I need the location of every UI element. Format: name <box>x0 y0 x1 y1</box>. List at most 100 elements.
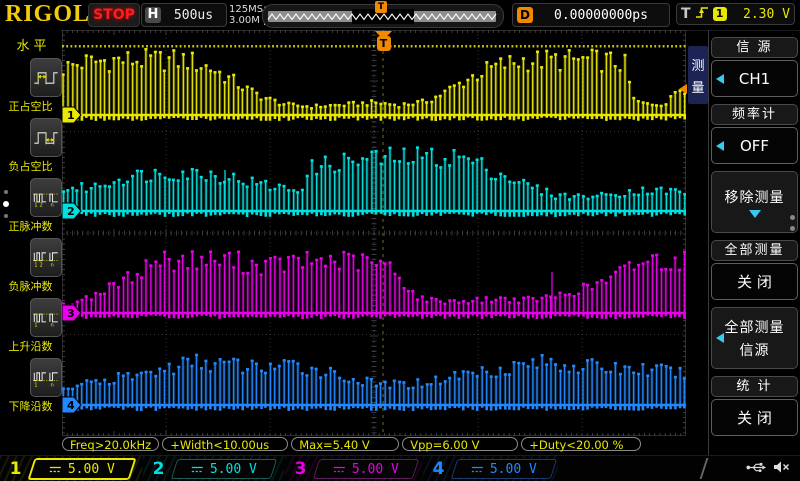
delay-value: 0.00000000ps <box>533 8 669 23</box>
channel-2-status[interactable]: 2 5.00 V <box>143 456 284 481</box>
down-arrow-icon <box>749 210 761 218</box>
softkey-item-6[interactable]: 关 闭 <box>711 399 798 436</box>
left-softkey-4[interactable]: 12 n <box>30 238 62 277</box>
left-softkey-menu: 水平 正占空比 负占空比 12n 正脉冲数 12n 负脉冲数 1n 上升沿数 1… <box>0 30 61 438</box>
softkey-item-5[interactable]: 全部测量信源 <box>711 307 798 369</box>
waveform-display: 1 2 3 4 <box>62 30 686 436</box>
usb-icon <box>746 459 766 478</box>
channel-number: 4 <box>432 459 445 479</box>
page-dot <box>4 190 8 194</box>
trigger-source-badge: 1 <box>713 7 727 21</box>
trigger-position-mini-marker: T <box>375 1 387 13</box>
trigger-level-value: 2.30 V <box>731 7 790 22</box>
svg-text:2: 2 <box>67 205 75 218</box>
channel-number: 2 <box>152 459 165 479</box>
horizontal-label: H <box>145 7 161 23</box>
softkey-item-2[interactable]: OFF <box>711 127 798 164</box>
bottom-bar-separator <box>700 458 709 479</box>
horizontal-timebase-box: H 500us <box>141 3 227 27</box>
channel-scale-box: 5.00 V <box>451 459 557 479</box>
measurement-result: Max=5.40 V <box>291 437 399 451</box>
left-menu-title: 水平 <box>6 35 61 54</box>
left-softkey-3[interactable]: 12 n <box>30 178 62 217</box>
measurement-result: Vpp=6.00 V <box>402 437 518 451</box>
softkey-title: 统 计 <box>711 376 798 397</box>
svg-text:1: 1 <box>34 262 37 268</box>
right-softkey-menu: 信 源CH1频率计OFF移除测量全部测量关 闭全部测量信源统 计关 闭 <box>711 30 798 436</box>
channel-4-status[interactable]: 4 5.00 V <box>423 456 558 481</box>
rigol-logo: RIGOL <box>5 1 90 28</box>
measurement-result: Freq>20.0kHz <box>62 437 159 451</box>
left-menu-page-dots <box>3 190 9 218</box>
left-softkey-label: 上升沿数 <box>0 338 61 354</box>
measurement-result: +Duty<20.00 % <box>521 437 641 451</box>
svg-text:2: 2 <box>40 202 43 208</box>
trigger-level-marker[interactable] <box>679 84 687 94</box>
channel-scale: 5.00 V <box>210 461 257 476</box>
channel-number: 3 <box>294 459 307 479</box>
page-dot-active <box>3 201 9 207</box>
svg-text:n: n <box>51 382 54 388</box>
right-menu-page-dots <box>790 215 795 231</box>
channel-scale-box: 5.00 V <box>27 458 136 480</box>
trigger-position-marker[interactable]: T <box>375 31 392 51</box>
measurement-result: +Width<10.00us <box>162 437 288 451</box>
softkey-item-1[interactable]: CH1 <box>711 60 798 97</box>
svg-text:1: 1 <box>67 109 75 122</box>
channel-number: 1 <box>9 459 22 479</box>
measure-menu-tab: 测 量 <box>688 46 708 104</box>
softkey-item-3[interactable]: 移除测量 <box>711 171 798 233</box>
left-arrow-icon <box>716 333 724 343</box>
channel-scale-box: 5.00 V <box>313 459 419 479</box>
page-dot <box>790 215 795 220</box>
svg-text:n: n <box>51 262 54 268</box>
top-status-bar: RIGOL STOP H 500us 125MSa/s 3.00M pts T … <box>0 0 800 31</box>
left-softkey-label: 负占空比 <box>0 158 61 174</box>
measurement-results-bar: Freq>20.0kHz+Width<10.00usMax=5.40 VVpp=… <box>62 437 641 453</box>
left-softkey-label: 下降沿数 <box>0 398 61 414</box>
speaker-muted-icon <box>773 459 790 478</box>
left-softkey-label: 负脉冲数 <box>0 278 61 294</box>
trigger-label: T <box>681 6 691 22</box>
left-softkey-5[interactable]: 1n <box>30 298 62 337</box>
channel-scale: 5.00 V <box>352 461 399 476</box>
menu-separator <box>708 30 709 455</box>
svg-text:n: n <box>51 322 54 328</box>
softkey-title: 频率计 <box>711 104 798 125</box>
left-softkey-6[interactable]: 1n <box>30 358 62 397</box>
channel-status-bar: 1 5.00 V 2 5.00 V 3 <box>0 455 800 481</box>
dc-coupling-icon <box>49 464 62 473</box>
svg-text:2: 2 <box>40 262 43 268</box>
left-softkey-2[interactable] <box>30 118 62 157</box>
channel-scale-box: 5.00 V <box>171 459 277 479</box>
left-arrow-icon <box>716 141 724 151</box>
svg-text:1: 1 <box>34 322 37 328</box>
dc-coupling-icon <box>333 464 346 473</box>
svg-text:n: n <box>51 202 54 208</box>
run-state-indicator: STOP <box>88 3 140 27</box>
svg-text:4: 4 <box>67 399 75 412</box>
channel-1-status[interactable]: 1 5.00 V <box>0 456 142 481</box>
softkey-title: 全部测量 <box>711 240 798 261</box>
softkey-item-4[interactable]: 关 闭 <box>711 263 798 300</box>
channel-scale: 5.00 V <box>490 461 537 476</box>
page-dot <box>4 214 8 218</box>
left-softkey-1[interactable] <box>30 58 62 97</box>
svg-text:1: 1 <box>34 382 37 388</box>
trigger-slope-icon <box>695 5 709 24</box>
svg-text:1: 1 <box>34 202 37 208</box>
dc-coupling-icon <box>471 464 484 473</box>
delay-label: D <box>517 7 533 23</box>
left-softkey-label: 正脉冲数 <box>0 218 61 234</box>
page-dot <box>790 226 795 231</box>
dc-coupling-icon <box>191 464 204 473</box>
left-arrow-icon <box>716 74 724 84</box>
delay-box: D 0.00000000ps <box>512 3 670 27</box>
timebase-value: 500us <box>161 8 226 23</box>
trigger-status-box: T 1 2.30 V <box>676 3 795 25</box>
softkey-title: 信 源 <box>711 37 798 58</box>
svg-text:3: 3 <box>67 307 75 320</box>
channel-scale: 5.00 V <box>68 461 115 476</box>
channel-3-status[interactable]: 3 5.00 V <box>285 456 422 481</box>
left-softkey-label: 正占空比 <box>0 98 61 114</box>
